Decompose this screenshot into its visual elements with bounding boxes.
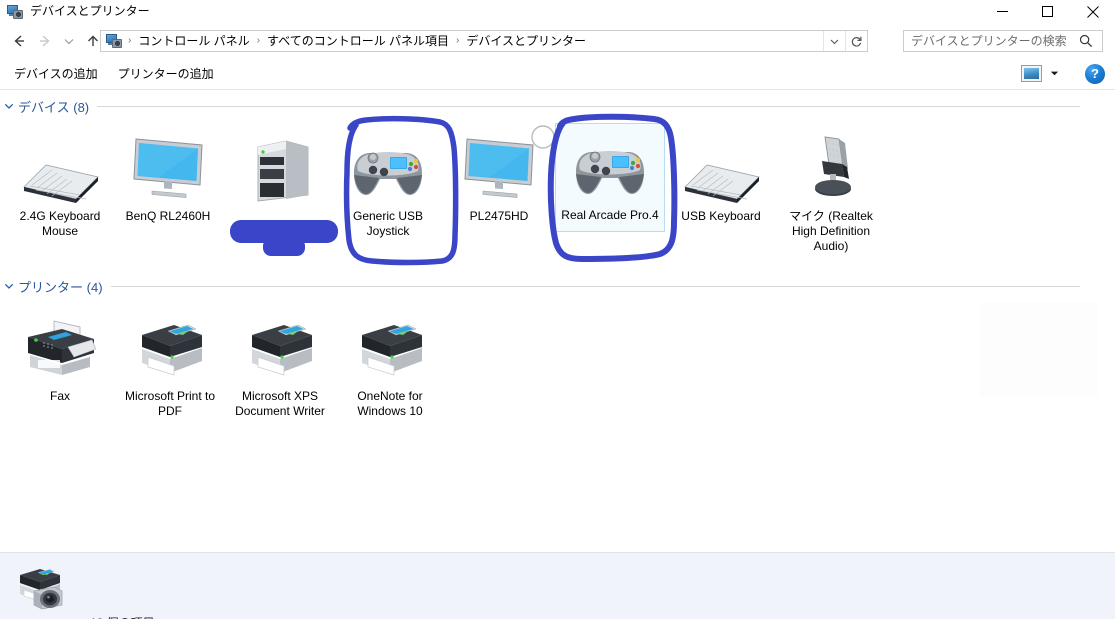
recent-locations-button[interactable] xyxy=(58,26,80,56)
minimize-button[interactable] xyxy=(980,0,1025,23)
address-bar[interactable]: › コントロール パネル › すべてのコントロール パネル項目 › デバイスとプ… xyxy=(100,30,868,52)
group-label-devices: デバイス xyxy=(18,99,70,115)
add-device-button[interactable]: デバイスの追加 xyxy=(4,59,108,89)
fax-icon xyxy=(18,313,102,385)
chevron-down-icon[interactable] xyxy=(1045,65,1063,83)
monitor-icon xyxy=(457,133,541,205)
back-button[interactable] xyxy=(6,26,32,56)
printer-label: Microsoft XPS Document Writer xyxy=(235,389,325,418)
group-count-printers: (4) xyxy=(86,279,103,295)
breadcrumb-item-control-panel[interactable]: コントロール パネル xyxy=(135,31,252,51)
device-tile-generic-usb-joystick[interactable]: Generic USB Joystick xyxy=(333,128,443,244)
device-label: PL2475HD xyxy=(469,209,529,223)
status-bar: 12 個の項目 xyxy=(0,552,1115,619)
address-dropdown-button[interactable] xyxy=(823,31,845,51)
printer-tile-microsoft-xps-document-writer[interactable]: Microsoft XPS Document Writer xyxy=(225,308,335,424)
printer-tile-fax[interactable]: Fax xyxy=(5,308,115,409)
printer-label: OneNote for Windows 10 xyxy=(357,389,423,418)
keyboard-icon xyxy=(679,133,763,205)
breadcrumb-item-all-control-panel-items[interactable]: すべてのコントロール パネル項目 xyxy=(264,31,452,51)
help-icon[interactable]: ? xyxy=(1085,63,1105,84)
device-tile-keyboard-mouse[interactable]: 2.4G Keyboard Mouse xyxy=(5,128,115,244)
device-label: Generic USB Joystick xyxy=(352,209,424,238)
window-controls xyxy=(980,0,1115,23)
devices-and-printers-window: デバイスとプリンター › コントロール パネル › すべてのコントロール パネル… xyxy=(0,0,1115,619)
group-divider xyxy=(110,285,1080,287)
search-box[interactable] xyxy=(903,30,1103,52)
chevron-down-icon[interactable] xyxy=(0,101,18,111)
device-label: BenQ RL2460H xyxy=(125,209,211,223)
desktop-tower-icon xyxy=(236,133,320,205)
group-count-devices: (8) xyxy=(73,99,90,115)
gamepad-icon xyxy=(346,133,430,205)
preview-pane-icon[interactable] xyxy=(1021,65,1042,82)
address-bar-devices-icon xyxy=(106,33,122,49)
printer-tile-onenote-for-windows-10[interactable]: OneNote for Windows 10 xyxy=(335,308,445,424)
breadcrumb-separator: › xyxy=(128,35,132,46)
group-divider xyxy=(97,105,1080,107)
device-tile-usb-keyboard[interactable]: USB Keyboard xyxy=(666,128,776,229)
breadcrumb-separator: › xyxy=(256,35,261,46)
maximize-button[interactable] xyxy=(1025,0,1070,23)
group-header-devices[interactable]: デバイス (8) xyxy=(0,96,1100,116)
breadcrumb-item-devices-and-printers[interactable]: デバイスとプリンター xyxy=(463,31,589,51)
printer-icon xyxy=(128,313,212,385)
printer-label: Microsoft Print to PDF xyxy=(124,389,216,418)
device-label: 2.4G Keyboard Mouse xyxy=(19,209,101,238)
gamepad-icon xyxy=(568,132,652,204)
keyboard-icon xyxy=(18,133,102,205)
add-printer-button[interactable]: プリンターの追加 xyxy=(108,59,224,89)
title-bar: デバイスとプリンター xyxy=(0,0,1115,23)
device-tile-real-arcade-pro-4[interactable]: Real Arcade Pro.4 xyxy=(555,123,665,232)
refresh-button[interactable] xyxy=(845,31,867,51)
printer-camera-icon xyxy=(14,561,70,611)
chevron-down-icon[interactable] xyxy=(0,281,18,291)
device-label: Real Arcade Pro.4 xyxy=(561,208,659,222)
items-view: デバイス (8) 2.4G Keyboard Mouse BenQ RL2460… xyxy=(0,90,1115,552)
device-tile-microphone[interactable]: マイク (Realtek High Definition Audio) xyxy=(776,128,886,259)
command-bar: デバイスの追加 プリンターの追加 ? xyxy=(0,58,1115,90)
device-label: USB Keyboard xyxy=(681,209,761,223)
group-title-printers: プリンター (4) xyxy=(18,277,103,296)
search-icon[interactable] xyxy=(1076,31,1096,51)
devices-and-printers-icon xyxy=(7,4,23,20)
search-input[interactable] xyxy=(904,32,1076,50)
printer-tile-microsoft-print-to-pdf[interactable]: Microsoft Print to PDF xyxy=(115,308,225,424)
printer-icon xyxy=(348,313,432,385)
printer-label: Fax xyxy=(49,389,70,403)
device-tile-benq-rl2460h[interactable]: BenQ RL2460H xyxy=(113,128,223,229)
monitor-icon xyxy=(126,133,210,205)
device-tile-pl2475hd[interactable]: PL2475HD xyxy=(444,128,554,229)
breadcrumb-separator: › xyxy=(456,35,460,46)
device-label: マイク (Realtek High Definition Audio) xyxy=(789,209,873,253)
status-item-count: 12 個の項目 xyxy=(90,614,155,619)
render-artifact-region xyxy=(980,302,1098,397)
group-title-devices: デバイス (8) xyxy=(18,97,89,116)
forward-button[interactable] xyxy=(32,26,58,56)
group-label-printers: プリンター xyxy=(18,279,84,295)
close-button[interactable] xyxy=(1070,0,1115,23)
printer-icon xyxy=(238,313,322,385)
device-tile-desktop-tower[interactable] xyxy=(223,128,333,214)
group-header-printers[interactable]: プリンター (4) xyxy=(0,276,1100,296)
window-title: デバイスとプリンター xyxy=(30,4,150,18)
microphone-icon xyxy=(789,133,873,205)
